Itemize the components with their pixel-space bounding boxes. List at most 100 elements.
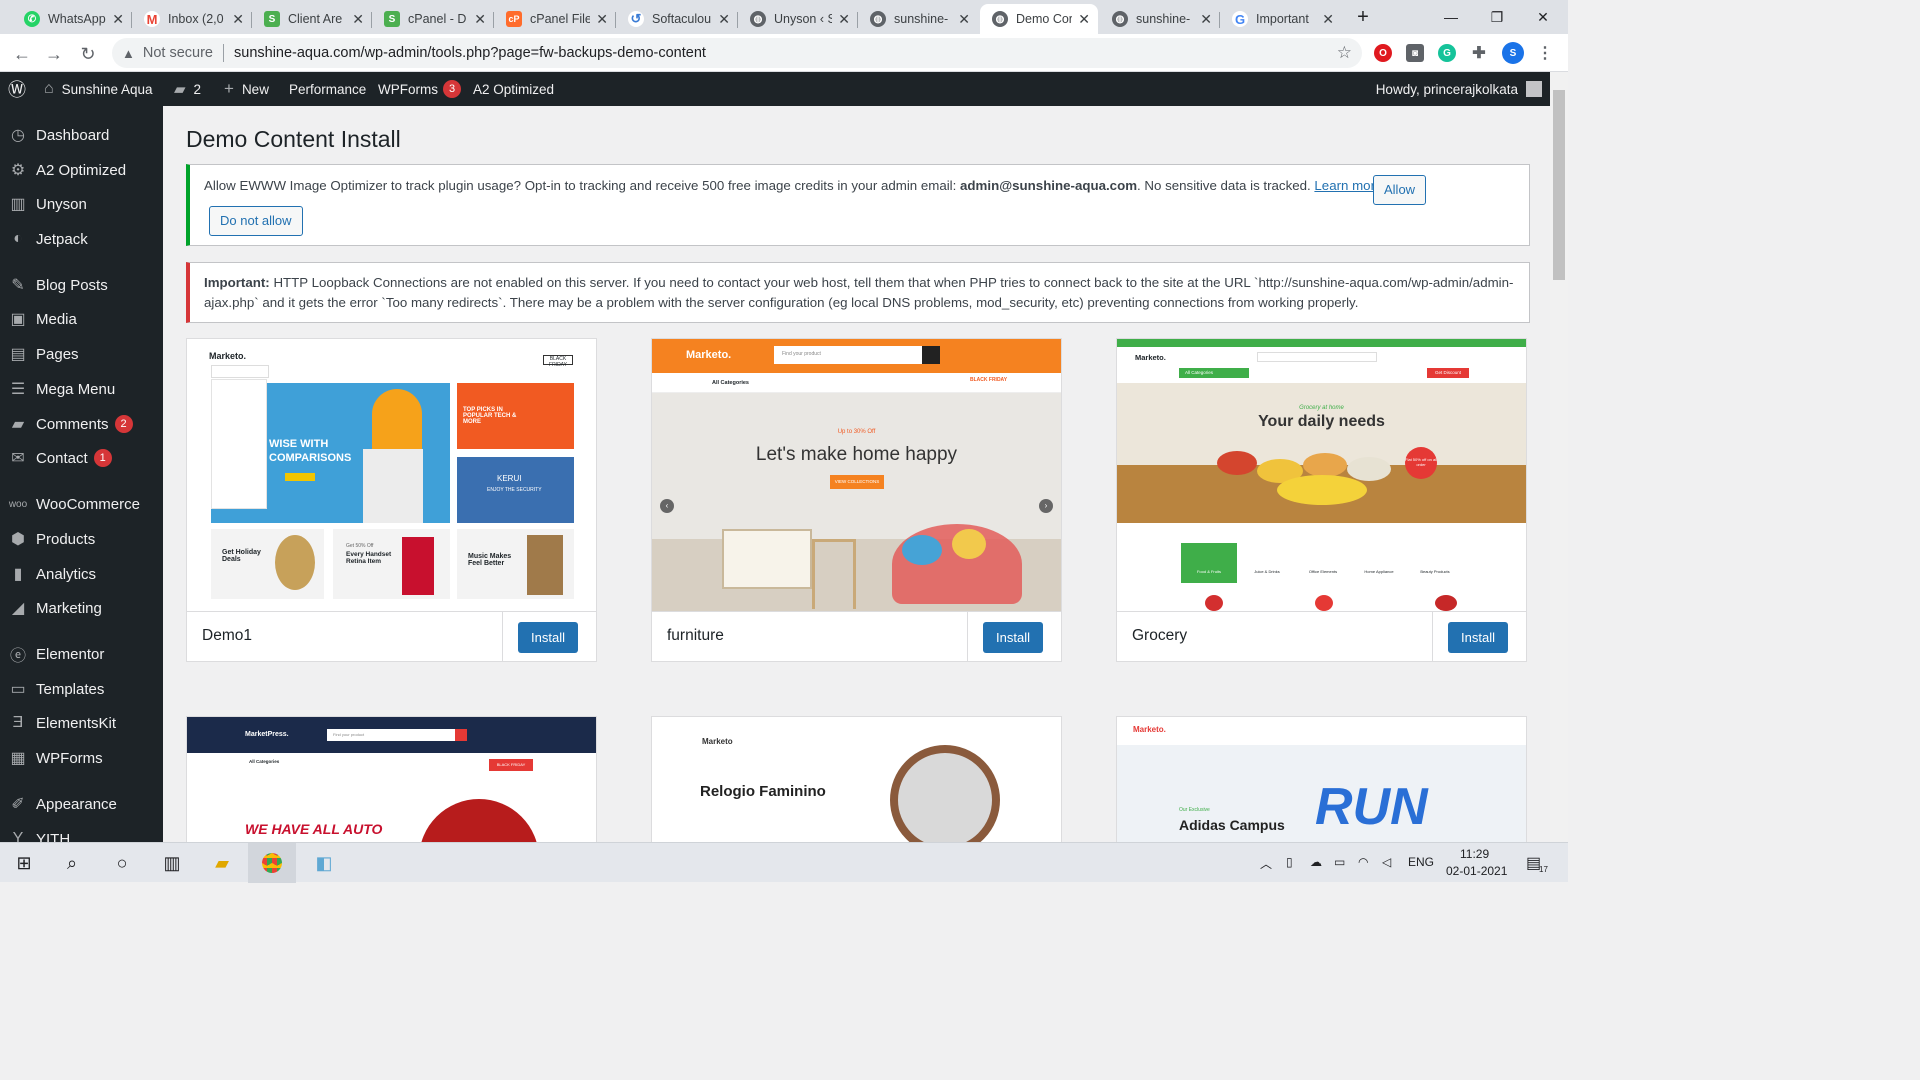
browser-tab[interactable]: ◍ Unyson ‹ S ✕ bbox=[738, 4, 858, 34]
clock-date[interactable]: 02-01-2021 bbox=[1446, 864, 1507, 878]
install-button[interactable]: Install bbox=[1448, 622, 1508, 653]
slider-prev-icon[interactable]: ‹ bbox=[660, 499, 674, 513]
chrome-menu-icon[interactable]: ⋮ bbox=[1536, 44, 1554, 62]
install-button[interactable]: Install bbox=[518, 622, 578, 653]
close-icon[interactable]: ✕ bbox=[112, 11, 124, 28]
sidebar-item-a2-optimized[interactable]: ⚙ A2 Optimized bbox=[0, 153, 163, 187]
device-icon[interactable]: ▯ bbox=[1286, 855, 1293, 869]
app-taskbar-icon[interactable]: ◧ bbox=[300, 843, 348, 883]
bookmark-star-icon[interactable]: ☆ bbox=[1337, 43, 1352, 63]
browser-tab[interactable]: cP cPanel File ✕ bbox=[494, 4, 616, 34]
battery-icon[interactable]: ▭ bbox=[1334, 855, 1345, 869]
site-name-link[interactable]: ⌂ Sunshine Aqua bbox=[44, 72, 153, 106]
browser-tab[interactable]: ◍ sunshine- ✕ bbox=[858, 4, 978, 34]
sidebar-item-wpforms[interactable]: ▦ WPForms bbox=[0, 741, 163, 775]
close-icon[interactable]: ✕ bbox=[474, 11, 486, 28]
my-account-link[interactable]: Howdy, princerajkolkata bbox=[1376, 72, 1542, 106]
sidebar-item-unyson[interactable]: ▥ Unyson bbox=[0, 187, 163, 221]
browser-tab[interactable]: G Important ✕ bbox=[1220, 4, 1342, 34]
language-indicator[interactable]: ENG bbox=[1408, 855, 1434, 869]
sidebar-item-jetpack[interactable]: ◐ Jetpack bbox=[0, 222, 163, 256]
browser-tab[interactable]: S Client Are ✕ bbox=[252, 4, 372, 34]
close-icon[interactable]: ✕ bbox=[232, 11, 244, 28]
scrollbar-thumb[interactable] bbox=[1553, 90, 1565, 280]
sidebar-item-mega-menu[interactable]: ☰ Mega Menu bbox=[0, 372, 163, 406]
reload-icon[interactable]: ↻ bbox=[76, 42, 100, 66]
performance-link[interactable]: Performance bbox=[289, 72, 366, 106]
profile-avatar-icon[interactable]: S bbox=[1502, 42, 1524, 64]
globe-icon: ◍ bbox=[870, 11, 886, 27]
chevron-up-icon[interactable]: ︿ bbox=[1260, 855, 1272, 872]
sidebar-item-products[interactable]: ⬢ Products bbox=[0, 522, 163, 556]
volume-icon[interactable]: ◁ bbox=[1382, 855, 1391, 869]
chrome-taskbar-icon[interactable] bbox=[248, 843, 296, 883]
sidebar-item-yith[interactable]: Y YITH bbox=[0, 822, 163, 842]
sidebar-item-elementor[interactable]: ⓔ Elementor bbox=[0, 637, 163, 671]
clock-time[interactable]: 11:29 bbox=[1460, 847, 1489, 861]
woo-icon: woo bbox=[8, 498, 28, 510]
a2-icon: S bbox=[264, 11, 280, 27]
address-bar[interactable]: ▲ Not secure sunshine-aqua.com/wp-admin/… bbox=[112, 38, 1362, 68]
browser-tab[interactable]: M Inbox (2,0 ✕ bbox=[132, 4, 252, 34]
browser-tab-active[interactable]: ◍ Demo Cor ✕ bbox=[980, 4, 1098, 34]
pin-icon: ✎ bbox=[11, 277, 25, 294]
a2-optimized-link[interactable]: A2 Optimized bbox=[473, 72, 554, 106]
sidebar-item-dashboard[interactable]: ◷ Dashboard bbox=[0, 118, 163, 152]
window-close-button[interactable]: ✕ bbox=[1520, 0, 1566, 34]
demo-preview-image[interactable]: Marketo. WISE WITH COMPARISONS TOP PICKS… bbox=[187, 339, 596, 611]
camera-extension-icon[interactable]: ◙ bbox=[1406, 44, 1424, 62]
new-tab-button[interactable]: + bbox=[1340, 0, 1386, 34]
wifi-icon[interactable]: ◠ bbox=[1358, 855, 1368, 869]
allow-tracking-button[interactable]: Allow bbox=[1373, 175, 1427, 205]
sidebar-item-pages[interactable]: ▤ Pages bbox=[0, 337, 163, 371]
sidebar-item-woocommerce[interactable]: woo WooCommerce bbox=[0, 487, 163, 521]
demo-name: Grocery bbox=[1132, 627, 1188, 644]
sidebar-item-analytics[interactable]: ▮ Analytics bbox=[0, 557, 163, 591]
sidebar-item-templates[interactable]: ▭ Templates bbox=[0, 672, 163, 706]
close-icon[interactable]: ✕ bbox=[718, 11, 730, 28]
forward-icon[interactable]: → bbox=[42, 42, 66, 66]
wpforms-link[interactable]: WPForms 3 bbox=[378, 72, 461, 106]
demo-preview-image[interactable] bbox=[652, 717, 1061, 842]
close-icon[interactable]: ✕ bbox=[596, 11, 608, 28]
close-icon[interactable]: ✕ bbox=[1322, 11, 1334, 28]
grammarly-icon[interactable]: G bbox=[1438, 44, 1456, 62]
comments-link[interactable]: ▰ 2 bbox=[174, 72, 201, 106]
browser-tab[interactable]: ↺ Softaculou ✕ bbox=[616, 4, 738, 34]
close-icon[interactable]: ✕ bbox=[838, 11, 850, 28]
close-icon[interactable]: ✕ bbox=[352, 11, 364, 28]
extensions-puzzle-icon[interactable]: ✚ bbox=[1470, 44, 1488, 62]
sidebar-item-media[interactable]: ▣ Media bbox=[0, 302, 163, 336]
browser-tab[interactable]: ◍ sunshine- ✕ bbox=[1100, 4, 1220, 34]
sidebar-item-blog-posts[interactable]: ✎ Blog Posts bbox=[0, 268, 163, 302]
demo-preview-image[interactable]: Marketo. Find your product All Categorie… bbox=[652, 339, 1061, 611]
file-explorer-icon[interactable]: ▰ bbox=[198, 843, 246, 883]
restore-button[interactable]: ❐ bbox=[1474, 0, 1520, 34]
wordpress-logo-icon[interactable]: Ⓦ bbox=[8, 72, 26, 106]
sidebar-item-marketing[interactable]: ◢ Marketing bbox=[0, 591, 163, 625]
demo-preview-image[interactable]: Marketo. All Categories Get Discount Gro… bbox=[1117, 339, 1526, 611]
do-not-allow-button[interactable]: Do not allow bbox=[209, 206, 303, 236]
close-icon[interactable]: ✕ bbox=[1078, 11, 1090, 28]
sidebar-item-comments[interactable]: ▰ Comments 2 bbox=[0, 407, 163, 441]
sidebar-item-appearance[interactable]: ✐ Appearance bbox=[0, 787, 163, 821]
sidebar-item-contact[interactable]: ✉ Contact 1 bbox=[0, 441, 163, 475]
opera-extension-icon[interactable]: O bbox=[1374, 44, 1392, 62]
demo-card-footer: Grocery Install bbox=[1117, 611, 1526, 662]
cortana-icon[interactable]: ○ bbox=[98, 843, 146, 883]
task-view-icon[interactable]: ▥ bbox=[148, 843, 196, 883]
sidebar-item-elementskit[interactable]: Ǝ ElementsKit bbox=[0, 706, 163, 740]
tracking-notice: Allow EWWW Image Optimizer to track plug… bbox=[186, 164, 1530, 246]
install-button[interactable]: Install bbox=[983, 622, 1043, 653]
close-icon[interactable]: ✕ bbox=[1200, 11, 1212, 28]
close-icon[interactable]: ✕ bbox=[958, 11, 970, 28]
back-icon[interactable]: ← bbox=[10, 42, 34, 66]
windows-start-icon[interactable]: ⊞ bbox=[0, 843, 48, 883]
slider-next-icon[interactable]: › bbox=[1039, 499, 1053, 513]
browser-tab[interactable]: ✆ WhatsApp ✕ bbox=[12, 4, 132, 34]
browser-tab[interactable]: S cPanel - D ✕ bbox=[372, 4, 494, 34]
cloud-icon[interactable]: ☁ bbox=[1310, 855, 1322, 869]
new-content-link[interactable]: + New bbox=[224, 72, 269, 106]
minimize-button[interactable]: — bbox=[1428, 0, 1474, 34]
search-icon[interactable]: ⌕ bbox=[48, 843, 96, 883]
